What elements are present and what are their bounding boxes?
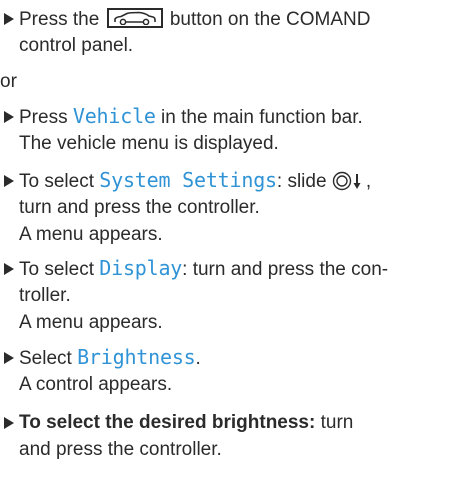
- triangle-bullet-icon: [3, 255, 17, 282]
- step-line: Select Brightness.: [19, 344, 467, 371]
- triangle-bullet-icon: [3, 5, 17, 32]
- menu-keyword-system-settings: System Settings: [99, 168, 277, 192]
- step-line: A control appears.: [19, 374, 173, 395]
- step-text: To select: [19, 171, 100, 192]
- step-line: A menu appears.: [19, 312, 163, 333]
- step-text: : slide: [276, 171, 327, 192]
- car-vehicle-button-icon: [106, 8, 163, 28]
- step-text: To select: [19, 259, 100, 280]
- step-line: turn and press the controller.: [19, 197, 260, 218]
- step-text: ,: [365, 171, 372, 192]
- controller-slide-down-icon: [332, 171, 366, 191]
- step-text: turn: [315, 412, 354, 433]
- or-separator: or: [0, 71, 17, 92]
- step-line: troller.: [19, 285, 71, 306]
- step-heading: To select the desired brightness:: [19, 412, 316, 433]
- step-line: Press Vehicle in the main function bar.: [19, 103, 467, 130]
- step-line: and press the controller.: [19, 439, 222, 460]
- triangle-bullet-icon: [3, 167, 17, 194]
- triangle-bullet-icon: [3, 103, 17, 130]
- step-line: control panel.: [19, 35, 134, 56]
- instruction-page: Press the button on the COMAND control p…: [0, 0, 467, 478]
- step-line: A menu appears.: [19, 224, 163, 245]
- step-line: To select System Settings: slide ,: [19, 167, 467, 194]
- triangle-bullet-icon: [3, 409, 17, 436]
- step-text: .: [195, 348, 201, 369]
- step-text: : turn and press the con-: [182, 259, 389, 280]
- step-line: The vehicle menu is displayed.: [19, 133, 279, 154]
- step-line: Press the button on the COMAND: [19, 5, 467, 32]
- triangle-bullet-icon: [3, 344, 17, 371]
- step-line: To select Display: turn and press the co…: [19, 255, 467, 282]
- menu-keyword-display: Display: [99, 256, 183, 280]
- step-text: Select: [19, 348, 78, 369]
- step-text: button on the COMAND: [169, 9, 371, 30]
- step-text: Press the: [19, 9, 100, 30]
- menu-keyword-vehicle: Vehicle: [72, 104, 156, 128]
- menu-keyword-brightness: Brightness: [77, 345, 196, 369]
- step-text: Press: [19, 107, 73, 128]
- step-text: in the main function bar.: [155, 107, 363, 128]
- step-line: To select the desired brightness: turn: [19, 409, 467, 436]
